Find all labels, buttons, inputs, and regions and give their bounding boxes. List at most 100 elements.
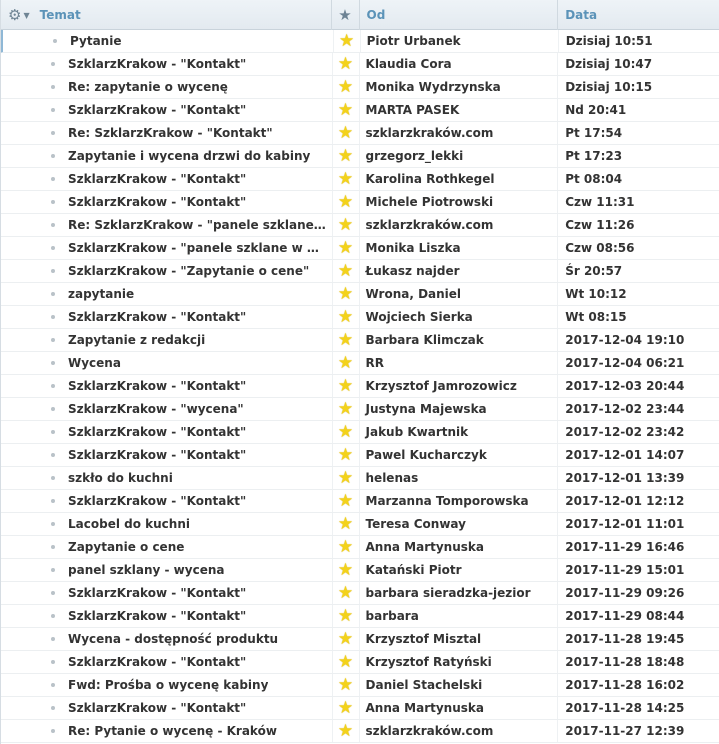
message-row[interactable]: SzklarzKrakow - "wycena" ★ Justyna Majewsk… bbox=[1, 398, 719, 421]
star-icon[interactable]: ★ bbox=[331, 559, 360, 581]
message-sender[interactable]: Wrona, Daniel bbox=[360, 283, 559, 305]
message-row[interactable]: Re: zapytanie o wycenę ★ Monika Wydrzynska… bbox=[1, 76, 719, 99]
message-subject[interactable]: szkło do kuchni bbox=[49, 471, 173, 485]
message-subject[interactable]: Wycena - dostępność produktu bbox=[49, 632, 278, 646]
message-date[interactable]: 2017-11-28 16:02 bbox=[558, 674, 719, 696]
star-icon[interactable]: ★ bbox=[331, 237, 360, 259]
message-sender[interactable]: Wojciech Sierka bbox=[360, 306, 559, 328]
message-subject[interactable]: SzklarzKrakow - "Kontakt" bbox=[49, 172, 246, 186]
message-subject[interactable]: SzklarzKrakow - "Kontakt" bbox=[49, 655, 246, 669]
star-icon[interactable]: ★ bbox=[331, 582, 360, 604]
message-sender[interactable]: szklarzkraków.com bbox=[360, 720, 559, 742]
message-subject[interactable]: Pytanie bbox=[51, 34, 121, 48]
star-icon[interactable]: ★ bbox=[331, 628, 360, 650]
message-subject-cell[interactable]: Re: SzklarzKrakow - "panele szklane ... bbox=[1, 214, 332, 236]
star-icon[interactable]: ★ bbox=[331, 490, 360, 512]
message-subject-cell[interactable]: Fwd: Prośba o wycenę kabiny bbox=[1, 674, 332, 696]
message-row[interactable]: Zapytanie z redakcji ★ Barbara Klimczak 201… bbox=[1, 329, 719, 352]
message-sender[interactable]: grzegorz_lekki bbox=[360, 145, 559, 167]
message-row[interactable]: SzklarzKrakow - "Kontakt" ★ Anna Martynusk… bbox=[1, 697, 719, 720]
message-subject[interactable]: SzklarzKrakow - "Kontakt" bbox=[49, 379, 246, 393]
star-icon[interactable]: ★ bbox=[331, 375, 360, 397]
star-icon[interactable]: ★ bbox=[331, 720, 360, 742]
message-sender[interactable]: MARTA PASEK bbox=[360, 99, 559, 121]
message-row[interactable]: Lacobel do kuchni ★ Teresa Conway 2017-12-0… bbox=[1, 513, 719, 536]
message-subject-cell[interactable]: Pytanie bbox=[3, 30, 333, 52]
message-row[interactable]: zapytanie ★ Wrona, Daniel Wt 10:12 bbox=[1, 283, 719, 306]
message-subject[interactable]: zapytanie bbox=[49, 287, 134, 301]
message-date[interactable]: 2017-11-28 19:45 bbox=[558, 628, 719, 650]
star-icon[interactable]: ★ bbox=[331, 467, 360, 489]
message-row[interactable]: Zapytanie o cene ★ Anna Martynuska 2017-11-… bbox=[1, 536, 719, 559]
message-sender[interactable]: RR bbox=[360, 352, 559, 374]
message-sender[interactable]: Krzysztof Ratyński bbox=[360, 651, 559, 673]
star-icon[interactable]: ★ bbox=[331, 536, 360, 558]
message-sender[interactable]: Teresa Conway bbox=[360, 513, 559, 535]
message-subject[interactable]: Zapytanie z redakcji bbox=[49, 333, 205, 347]
message-subject[interactable]: Re: SzklarzKrakow - "Kontakt" bbox=[49, 126, 273, 140]
message-date[interactable]: 2017-11-28 18:48 bbox=[558, 651, 719, 673]
message-subject[interactable]: SzklarzKrakow - "Kontakt" bbox=[49, 609, 246, 623]
message-sender[interactable]: Marzanna Tomporowska bbox=[360, 490, 559, 512]
message-subject-cell[interactable]: SzklarzKrakow - "Kontakt" bbox=[1, 444, 332, 466]
message-row[interactable]: Fwd: Prośba o wycenę kabiny ★ Daniel Stach… bbox=[1, 674, 719, 697]
message-date[interactable]: Czw 08:56 bbox=[558, 237, 719, 259]
message-sender[interactable]: Łukasz najder bbox=[360, 260, 559, 282]
message-sender[interactable]: helenas bbox=[360, 467, 559, 489]
message-date[interactable]: 2017-12-01 12:12 bbox=[558, 490, 719, 512]
flag-column-header[interactable]: ★ bbox=[332, 0, 360, 30]
message-date[interactable]: Pt 08:04 bbox=[558, 168, 719, 190]
message-subject-cell[interactable]: SzklarzKrakow - "Kontakt" bbox=[1, 582, 332, 604]
message-subject[interactable]: SzklarzKrakow - "wycena" bbox=[49, 402, 244, 416]
message-date[interactable]: Wt 08:15 bbox=[558, 306, 719, 328]
star-icon[interactable]: ★ bbox=[331, 76, 360, 98]
message-sender[interactable]: Karolina Rothkegel bbox=[360, 168, 559, 190]
message-date[interactable]: Pt 17:54 bbox=[558, 122, 719, 144]
message-date[interactable]: 2017-12-01 13:39 bbox=[558, 467, 719, 489]
message-subject-cell[interactable]: SzklarzKrakow - "Zapytanie o cene" bbox=[1, 260, 332, 282]
star-icon[interactable]: ★ bbox=[331, 421, 360, 443]
star-icon[interactable]: ★ bbox=[331, 444, 360, 466]
message-row[interactable]: SzklarzKrakow - "Kontakt" ★ Pawel Kucharcz… bbox=[1, 444, 719, 467]
star-icon[interactable]: ★ bbox=[331, 214, 360, 236]
message-subject-cell[interactable]: panel szklany - wycena bbox=[1, 559, 332, 581]
message-subject-cell[interactable]: SzklarzKrakow - "Kontakt" bbox=[1, 697, 332, 719]
message-subject-cell[interactable]: Zapytanie z redakcji bbox=[1, 329, 332, 351]
message-subject[interactable]: Re: zapytanie o wycenę bbox=[49, 80, 228, 94]
message-date[interactable]: 2017-11-27 12:39 bbox=[558, 720, 719, 742]
message-subject[interactable]: SzklarzKrakow - "Kontakt" bbox=[49, 448, 246, 462]
message-subject[interactable]: panel szklany - wycena bbox=[49, 563, 224, 577]
message-date[interactable]: 2017-12-04 19:10 bbox=[558, 329, 719, 351]
message-subject[interactable]: Fwd: Prośba o wycenę kabiny bbox=[49, 678, 268, 692]
message-row[interactable]: Re: SzklarzKrakow - "panele szklane ... ★… bbox=[1, 214, 719, 237]
star-icon[interactable]: ★ bbox=[331, 513, 360, 535]
message-sender[interactable]: Klaudia Cora bbox=[360, 53, 559, 75]
star-icon[interactable]: ★ bbox=[331, 306, 360, 328]
message-sender[interactable]: Monika Liszka bbox=[360, 237, 559, 259]
message-date[interactable]: 2017-11-29 15:01 bbox=[558, 559, 719, 581]
message-date[interactable]: Czw 11:26 bbox=[558, 214, 719, 236]
message-subject[interactable]: Wycena bbox=[49, 356, 121, 370]
message-subject[interactable]: SzklarzKrakow - "Kontakt" bbox=[49, 103, 246, 117]
message-subject-cell[interactable]: Lacobel do kuchni bbox=[1, 513, 332, 535]
message-sender[interactable]: Krzysztof Misztal bbox=[360, 628, 559, 650]
message-row[interactable]: SzklarzKrakow - "Kontakt" ★ Klaudia Cora Dz… bbox=[1, 53, 719, 76]
message-sender[interactable]: Michele Piotrowski bbox=[360, 191, 559, 213]
message-subject-cell[interactable]: SzklarzKrakow - "Kontakt" bbox=[1, 375, 332, 397]
star-icon[interactable]: ★ bbox=[331, 605, 360, 627]
message-subject-cell[interactable]: SzklarzKrakow - "Kontakt" bbox=[1, 99, 332, 121]
message-row[interactable]: SzklarzKrakow - "Kontakt" ★ barbara sierad… bbox=[1, 582, 719, 605]
star-icon[interactable]: ★ bbox=[338, 6, 351, 24]
message-subject-cell[interactable]: SzklarzKrakow - "Kontakt" bbox=[1, 651, 332, 673]
message-date[interactable]: 2017-12-03 20:44 bbox=[558, 375, 719, 397]
star-icon[interactable]: ★ bbox=[331, 260, 360, 282]
message-row[interactable]: SzklarzKrakow - "panele szklane w k... ★ M… bbox=[1, 237, 719, 260]
chevron-down-icon[interactable]: ▼ bbox=[23, 11, 29, 20]
date-column-header[interactable]: Data bbox=[558, 0, 719, 30]
message-subject[interactable]: SzklarzKrakow - "Kontakt" bbox=[49, 586, 246, 600]
message-date[interactable]: 2017-11-29 08:44 bbox=[558, 605, 719, 627]
star-icon[interactable]: ★ bbox=[331, 99, 360, 121]
subject-column-header[interactable]: ⚙ ▼ Temat bbox=[1, 0, 332, 30]
from-column-header[interactable]: Od bbox=[360, 0, 559, 30]
message-subject-cell[interactable]: SzklarzKrakow - "Kontakt" bbox=[1, 53, 332, 75]
